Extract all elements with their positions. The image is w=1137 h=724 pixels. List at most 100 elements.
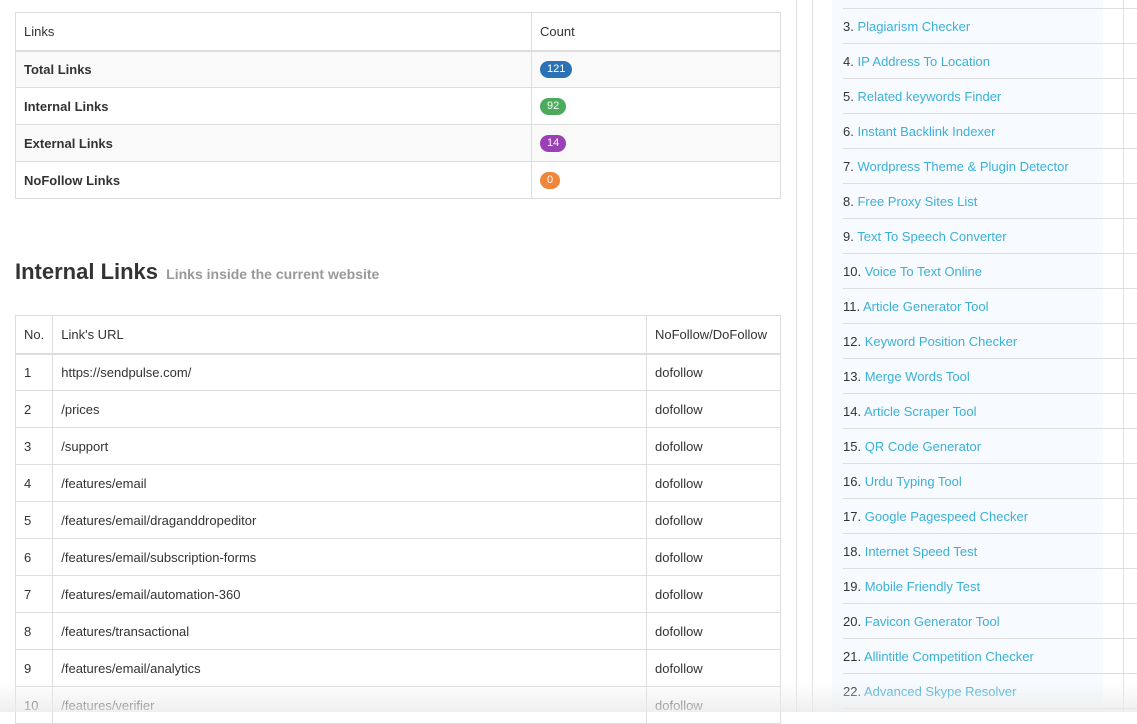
link-url: /prices bbox=[52, 390, 647, 428]
column-header: No. bbox=[14, 315, 54, 355]
tool-link[interactable]: QR Code Generator bbox=[865, 439, 981, 454]
link-type: External Links bbox=[15, 124, 532, 162]
list-item: 17. Google Pagespeed Checker bbox=[843, 499, 1137, 534]
link-url: /features/email/analytics bbox=[52, 649, 647, 687]
count-cell: 92 bbox=[531, 87, 781, 125]
tool-link[interactable]: IP Address To Location bbox=[857, 54, 990, 69]
item-number: 8. bbox=[843, 194, 854, 209]
tool-link[interactable]: Google Pagespeed Checker bbox=[865, 509, 1028, 524]
follow-type: dofollow bbox=[646, 501, 781, 539]
table-row: 3/support dofollow bbox=[14, 427, 781, 465]
item-number: 5. bbox=[843, 89, 854, 104]
section-title: Internal Links Links inside the current … bbox=[15, 259, 379, 285]
follow-type: dofollow bbox=[646, 612, 781, 650]
link-url: /features/email/automation-360 bbox=[52, 575, 647, 613]
tool-link[interactable]: Urdu Typing Tool bbox=[865, 474, 962, 489]
item-number: 16. bbox=[843, 474, 862, 489]
column-header: Link's URL bbox=[52, 315, 647, 355]
divider bbox=[812, 0, 813, 712]
links-summary-table: Links Count Total Links 121 Internal Links… bbox=[15, 12, 781, 199]
row-number: 2 bbox=[14, 390, 54, 428]
link-url: /features/transactional bbox=[52, 612, 647, 650]
tool-link[interactable]: Related keywords Finder bbox=[857, 89, 1001, 104]
follow-type: dofollow bbox=[646, 538, 781, 576]
table-row: 6/features/email/subscription-forms dofol… bbox=[14, 538, 781, 576]
list-item: 4. IP Address To Location bbox=[843, 44, 1137, 79]
tool-link[interactable]: Keyword Position Checker bbox=[865, 334, 1017, 349]
row-number: 7 bbox=[14, 575, 54, 613]
table-row: 5/features/email/draganddropeditor dofoll… bbox=[14, 501, 781, 539]
item-number: 15. bbox=[843, 439, 862, 454]
table-row: External Links 14 bbox=[15, 124, 781, 162]
item-number: 9. bbox=[843, 229, 854, 244]
count-badge: 121 bbox=[540, 61, 573, 79]
list-item: 19. Mobile Friendly Test bbox=[843, 569, 1137, 604]
tool-link[interactable]: Article Generator Tool bbox=[863, 299, 989, 314]
table-row: 7/features/email/automation-360 dofollow bbox=[14, 575, 781, 613]
item-number: 17. bbox=[843, 509, 862, 524]
table-row: 1 https://sendpulse.com/dofollow bbox=[14, 353, 781, 391]
link-url: /features/email bbox=[52, 464, 647, 502]
tool-link[interactable]: Merge Words Tool bbox=[865, 369, 970, 384]
follow-type: dofollow bbox=[646, 575, 781, 613]
count-cell: 14 bbox=[531, 124, 781, 162]
tool-link[interactable]: Favicon Generator Tool bbox=[865, 614, 1000, 629]
table-row: Internal Links 92 bbox=[15, 87, 781, 125]
tool-link[interactable]: Internet Speed Test bbox=[865, 544, 978, 559]
link-url: https://sendpulse.com/ bbox=[52, 353, 647, 391]
link-type: Internal Links bbox=[15, 87, 532, 125]
follow-type: dofollow bbox=[646, 649, 781, 687]
link-type: Total Links bbox=[15, 50, 532, 88]
count-badge: 0 bbox=[540, 172, 561, 189]
table-row: 8/features/transactional dofollow bbox=[14, 612, 781, 650]
follow-type: dofollow bbox=[646, 427, 781, 465]
tool-link[interactable]: Allintitle Competition Checker bbox=[864, 649, 1034, 664]
item-number: 4. bbox=[843, 54, 854, 69]
follow-type: dofollow bbox=[646, 390, 781, 428]
item-number: 19. bbox=[843, 579, 862, 594]
list-item: 9. Text To Speech Converter bbox=[843, 219, 1137, 254]
tool-link[interactable]: Text To Speech Converter bbox=[857, 229, 1006, 244]
list-item: 14. Article Scraper Tool bbox=[843, 394, 1137, 429]
row-number: 4 bbox=[14, 464, 54, 502]
column-header: Count bbox=[531, 12, 781, 52]
row-number: 5 bbox=[14, 501, 54, 539]
item-number: 6. bbox=[843, 124, 854, 139]
tool-link[interactable]: Voice To Text Online bbox=[865, 264, 982, 279]
list-item: 3. Plagiarism Checker bbox=[843, 9, 1137, 44]
table-row: 4/features/email dofollow bbox=[14, 464, 781, 502]
list-item: 10. Voice To Text Online bbox=[843, 254, 1137, 289]
list-item: 8. Free Proxy Sites List bbox=[843, 184, 1137, 219]
tool-link[interactable]: Article Scraper Tool bbox=[864, 404, 976, 419]
link-url: /features/email/subscription-forms bbox=[52, 538, 647, 576]
item-number: 7. bbox=[843, 159, 854, 174]
item-number: 13. bbox=[843, 369, 862, 384]
row-number: 3 bbox=[14, 427, 54, 465]
section-subtitle: Links inside the current website bbox=[166, 266, 380, 282]
list-item: 21. Allintitle Competition Checker bbox=[843, 639, 1137, 674]
divider bbox=[796, 0, 797, 712]
tool-link[interactable]: Mobile Friendly Test bbox=[865, 579, 980, 594]
follow-type: dofollow bbox=[646, 464, 781, 502]
table-row: 9/features/email/analytics dofollow bbox=[14, 649, 781, 687]
count-cell: 121 bbox=[531, 50, 781, 88]
item-number: 11. bbox=[843, 299, 861, 314]
column-header: NoFollow/DoFollow bbox=[646, 315, 781, 355]
count-badge: 92 bbox=[540, 98, 567, 115]
bottom-fade bbox=[0, 682, 1137, 712]
list-item: 11. Article Generator Tool bbox=[843, 289, 1137, 324]
list-item bbox=[843, 0, 1137, 9]
link-url: /features/email/draganddropeditor bbox=[52, 501, 647, 539]
tool-link[interactable]: Plagiarism Checker bbox=[857, 19, 970, 34]
row-number: 6 bbox=[14, 538, 54, 576]
item-number: 18. bbox=[843, 544, 862, 559]
list-item: 6. Instant Backlink Indexer bbox=[843, 114, 1137, 149]
count-badge: 14 bbox=[540, 135, 567, 152]
row-number: 8 bbox=[14, 612, 54, 650]
table-row: Total Links 121 bbox=[15, 50, 781, 88]
tool-link[interactable]: Instant Backlink Indexer bbox=[857, 124, 995, 139]
tool-link[interactable]: Wordpress Theme & Plugin Detector bbox=[857, 159, 1068, 174]
item-number: 12. bbox=[843, 334, 862, 349]
tool-link[interactable]: Free Proxy Sites List bbox=[857, 194, 977, 209]
section-title-text: Internal Links bbox=[15, 259, 159, 284]
